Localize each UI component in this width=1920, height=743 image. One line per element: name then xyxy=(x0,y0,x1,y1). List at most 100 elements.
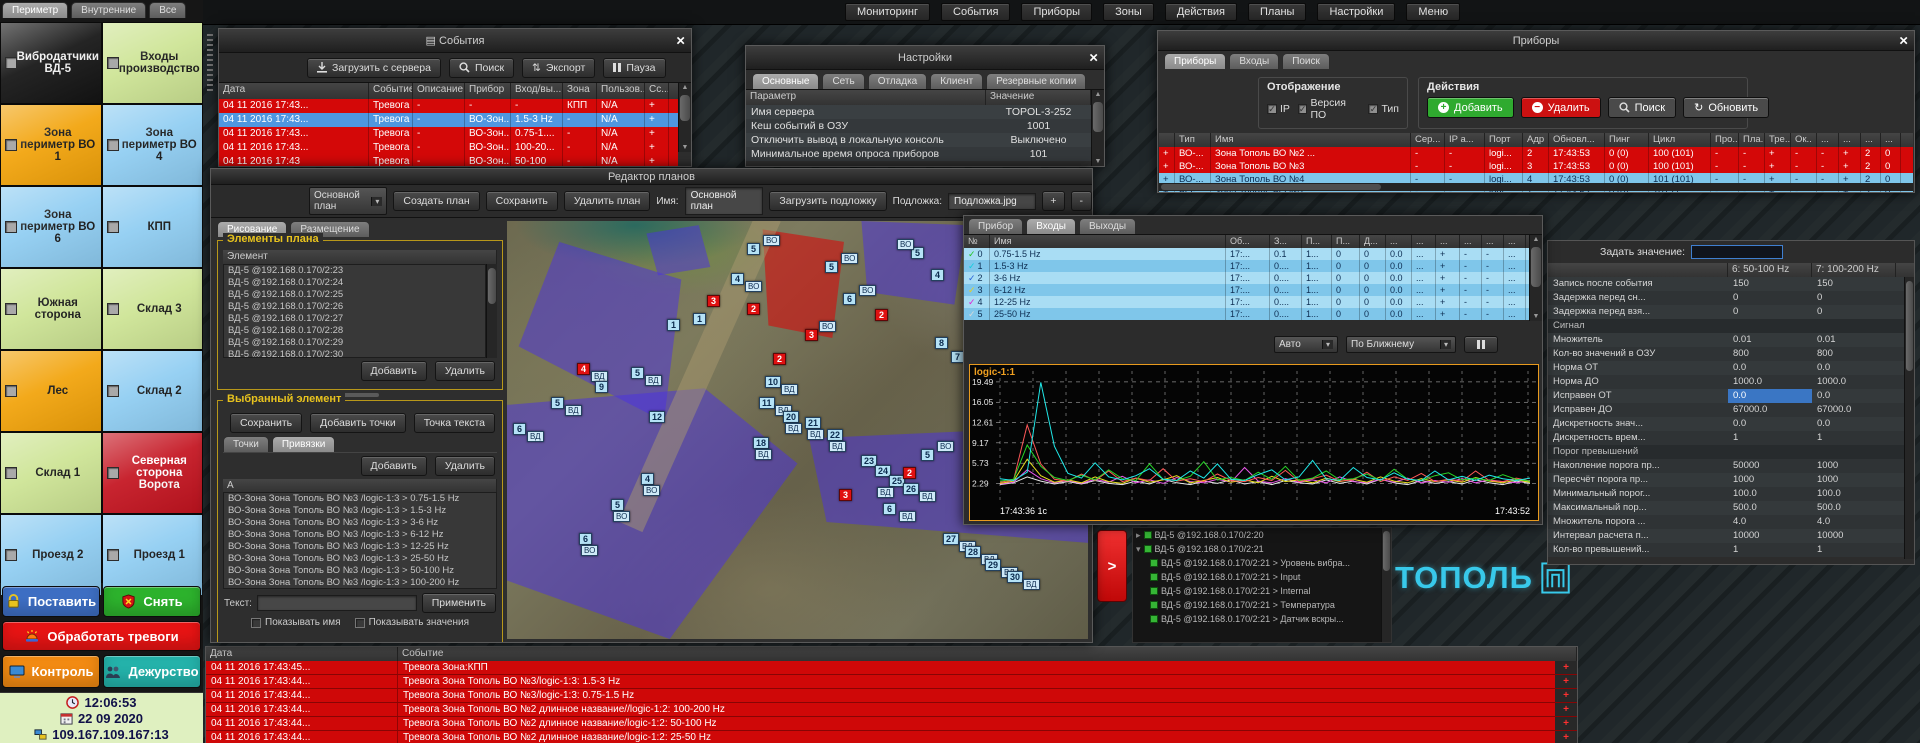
tree-item[interactable]: ВД-5 @192.168.0.170/2:21 > Температура xyxy=(1133,598,1391,612)
map-marker[interactable]: 22 xyxy=(827,429,843,441)
devices-col-header[interactable]: Обновл... xyxy=(1549,133,1605,147)
map-marker-tag[interactable]: ВО xyxy=(745,281,762,292)
device-action-Добавить[interactable]: +Добавить xyxy=(1427,97,1514,118)
plan-element-item[interactable]: ВД-5 @192.168.0.170/2:29 xyxy=(224,337,485,349)
map-marker[interactable]: 6 xyxy=(883,503,896,515)
tree-item[interactable]: ВД-5 @192.168.0.170/2:21 > Internal xyxy=(1133,584,1391,598)
map-marker[interactable]: 18 xyxy=(753,437,769,449)
value-col-2[interactable] xyxy=(1812,445,1896,459)
settings-tab-Основные[interactable]: Основные xyxy=(752,73,819,89)
menu-item-Приборы[interactable]: Приборы xyxy=(1021,3,1092,21)
inputs-col-header[interactable]: З... xyxy=(1270,235,1302,248)
bindings-tab-Точки[interactable]: Точки xyxy=(223,436,269,452)
devices-col-header[interactable]: ... xyxy=(1817,133,1839,147)
plan-editor-titlebar[interactable]: Редактор планов xyxy=(211,169,1092,185)
process-alarms-button[interactable]: Обработать тревоги xyxy=(2,621,201,651)
device-row[interactable]: +ВО-...Зона Тополь ВО №2 ...--logi...217… xyxy=(1159,147,1913,160)
tree-item[interactable]: ▾ВД-5 @192.168.0.170/2:21 xyxy=(1133,542,1391,556)
value-col-1[interactable]: 800 xyxy=(1728,347,1812,361)
plan-name-input[interactable]: Основной план xyxy=(685,187,764,215)
map-marker-tag[interactable]: ВО xyxy=(841,253,858,264)
value-col-1[interactable]: 1 xyxy=(1728,543,1812,557)
devices-hscrollbar[interactable] xyxy=(1159,183,1913,191)
value-col-2[interactable]: 100.0 xyxy=(1812,487,1896,501)
inputs-tab-Выходы[interactable]: Выходы xyxy=(1079,218,1136,234)
devices-col-header[interactable]: Сер... xyxy=(1411,133,1445,147)
delete-plan-button[interactable]: Удалить план xyxy=(564,191,650,211)
menu-item-Планы[interactable]: Планы xyxy=(1248,3,1306,21)
events-row[interactable]: 04 11 2016 17:43...Тревога---КППN/A+ xyxy=(219,99,678,113)
input-row[interactable]: ✓412-25 Hz17:...0....1...000.0...+--... xyxy=(964,296,1529,308)
value-row[interactable]: Дискретность знач...0.00.0 xyxy=(1548,417,1904,431)
settings-scrollbar[interactable]: ▲▼ xyxy=(1091,90,1104,166)
map-marker-tag[interactable]: ВД xyxy=(919,491,936,502)
value-row[interactable]: Максимальный пор...500.0500.0 xyxy=(1548,501,1904,515)
zone-tile-checkbox[interactable] xyxy=(5,139,17,151)
events-col-header[interactable]: Дата xyxy=(219,83,369,99)
map-marker[interactable]: 11 xyxy=(759,397,775,409)
value-col-1[interactable]: 1000 xyxy=(1728,473,1812,487)
map-marker-tag[interactable]: ВО xyxy=(613,511,630,522)
map-marker-alarm[interactable]: 3 xyxy=(839,489,852,501)
sidebar-tab-Внутренние[interactable]: Внутренние xyxy=(71,2,146,18)
zone-tile-checkbox[interactable] xyxy=(5,303,17,315)
map-marker-tag[interactable]: ВД xyxy=(781,384,798,395)
devices-col-header[interactable]: Ок.. xyxy=(1791,133,1817,147)
inputs-col-header[interactable]: ... xyxy=(1460,235,1482,248)
map-marker[interactable]: 5 xyxy=(551,397,564,409)
menu-item-Зоны[interactable]: Зоны xyxy=(1103,3,1154,21)
map-marker[interactable]: 5 xyxy=(611,499,624,511)
zone-tile-checkbox[interactable] xyxy=(5,57,17,69)
map-marker-tag[interactable]: ВД xyxy=(807,429,824,440)
events-row[interactable]: 04 11 2016 17:43...Тревога-ВО-Зон...1.5-… xyxy=(219,113,678,127)
map-marker-tag[interactable]: ВО xyxy=(897,239,914,250)
menu-item-События[interactable]: События xyxy=(941,3,1010,21)
inputs-tab-Входы[interactable]: Входы xyxy=(1026,218,1076,234)
devices-col-header[interactable]: ... xyxy=(1861,133,1881,147)
events-col-header[interactable]: Описание xyxy=(413,83,465,99)
plan-checkbox-Показывать значения[interactable]: Показывать значения xyxy=(355,617,469,628)
value-col-1[interactable]: 0 xyxy=(1728,305,1812,319)
value-col-2[interactable]: 1 xyxy=(1812,431,1896,445)
devices-col-header[interactable]: Тре... xyxy=(1765,133,1791,147)
pause-button[interactable]: Пауза xyxy=(603,58,665,78)
binding-item[interactable]: ВО-Зона Зона Тополь ВО №3 /logic-1:3 > 6… xyxy=(224,529,496,541)
input-row[interactable]: ✓11.5-3 Hz17:...0....1...000.0...+--... xyxy=(964,260,1529,272)
map-marker[interactable]: 5 xyxy=(825,261,838,273)
sidebar-tab-Все[interactable]: Все xyxy=(149,2,186,18)
expander-open-icon[interactable]: ▾ xyxy=(1136,544,1141,555)
value-col-1[interactable]: 0.01 xyxy=(1728,333,1812,347)
selected-Сохранить-button[interactable]: Сохранить xyxy=(230,413,302,433)
devices-tab-Поиск[interactable]: Поиск xyxy=(1282,53,1330,69)
log-row[interactable]: 04 11 2016 17:43:44...Тревога Зона Топол… xyxy=(206,703,1577,717)
chart-scale-select[interactable]: Авто▾ xyxy=(1274,336,1338,353)
display-checkbox-IP[interactable]: ✓IP xyxy=(1267,103,1290,115)
map-marker-tag[interactable]: ВО xyxy=(643,485,660,496)
value-col-1[interactable]: 0.0 xyxy=(1728,361,1812,375)
value-col-2[interactable] xyxy=(1812,319,1896,333)
zone-tile[interactable]: Склад 3 xyxy=(103,269,203,349)
tree-scrollbar[interactable] xyxy=(1381,528,1391,642)
value-col-2[interactable]: 0.0 xyxy=(1812,389,1896,403)
map-marker[interactable]: 5 xyxy=(921,449,934,461)
map-marker[interactable]: 5 xyxy=(747,243,760,255)
display-checkbox-Версия ПО[interactable]: ✓Версия ПО xyxy=(1298,97,1361,121)
bindings-tab-Привязки[interactable]: Привязки xyxy=(272,436,336,452)
value-row[interactable]: Задержка перед взя...00 xyxy=(1548,305,1904,319)
map-marker-tag[interactable]: ВО xyxy=(763,235,780,246)
map-marker[interactable]: 12 xyxy=(649,411,665,423)
binding-item[interactable]: ВО-Зона Зона Тополь ВО №3 /logic-1:3 > 1… xyxy=(224,505,496,517)
map-marker-tag[interactable]: ВО xyxy=(937,441,954,452)
tree-item[interactable]: ВД-5 @192.168.0.170/2:21 > Input xyxy=(1133,570,1391,584)
zone-tile-checkbox[interactable] xyxy=(107,303,119,315)
value-row[interactable]: Исправен ДО67000.067000.0 xyxy=(1548,403,1904,417)
map-marker-tag[interactable]: ВД xyxy=(1023,579,1040,590)
zone-tile[interactable]: Зона периметр ВО 1 xyxy=(1,105,101,185)
value-col-2[interactable]: 500.0 xyxy=(1812,501,1896,515)
settings-row[interactable]: Минимальное время опроса приборов101 xyxy=(746,147,1091,161)
binding-item[interactable]: ВО-Зона Зона Тополь ВО №3 /logic-1:3 > 2… xyxy=(224,553,496,565)
map-marker[interactable]: 6 xyxy=(513,423,526,435)
log-row[interactable]: 04 11 2016 17:43:44...Тревога Зона Топол… xyxy=(206,731,1577,743)
devices-tab-Приборы[interactable]: Приборы xyxy=(1164,53,1226,69)
plan-checkbox-Показывать имя[interactable]: Показывать имя xyxy=(251,617,341,628)
